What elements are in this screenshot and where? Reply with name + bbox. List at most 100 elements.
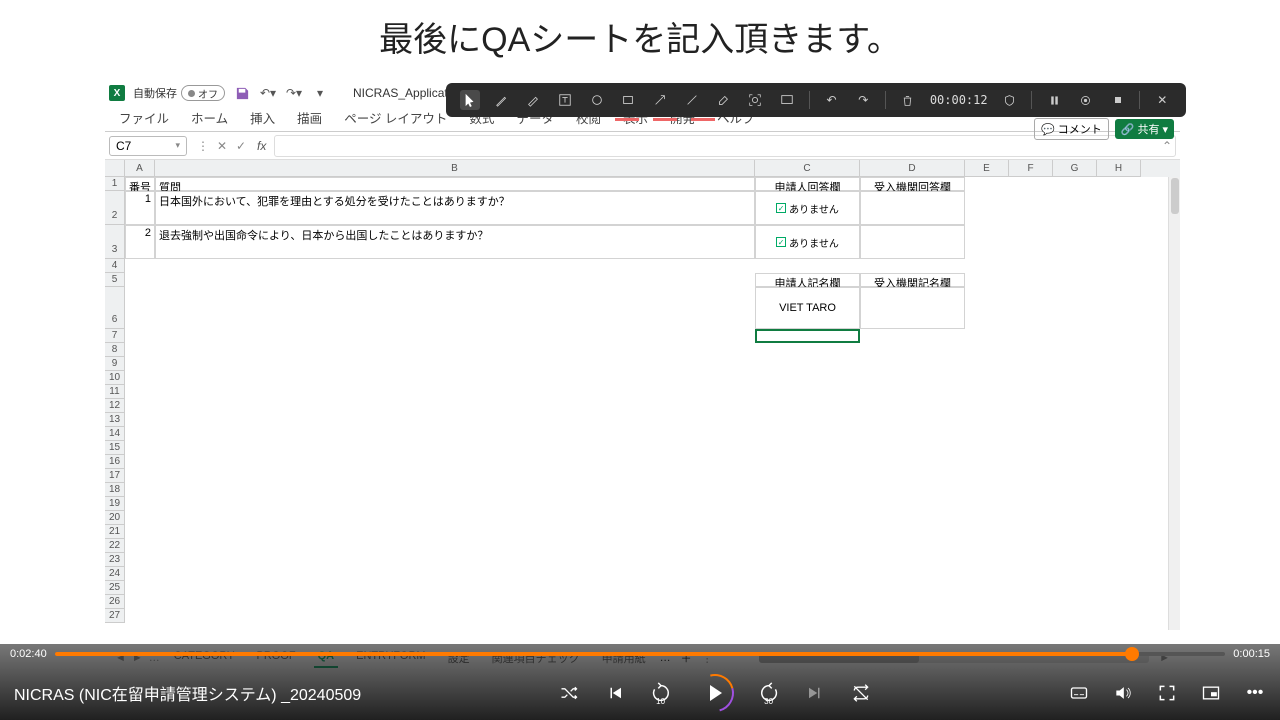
highlighter-tool-icon[interactable] (523, 90, 543, 110)
row-header[interactable]: 26 (105, 595, 125, 609)
skip-back-icon[interactable]: 10 (650, 682, 672, 704)
row-header[interactable]: 15 (105, 441, 125, 455)
spreadsheet-grid[interactable]: ABCDEFGH 1234567891011121314151617181920… (105, 160, 1180, 630)
rec-delete-icon[interactable] (898, 90, 918, 110)
select-all-corner[interactable] (105, 160, 125, 177)
col-header[interactable]: F (1009, 160, 1053, 177)
whiteboard-tool-icon[interactable] (777, 90, 797, 110)
undo-icon[interactable]: ↶▾ (259, 84, 277, 102)
mini-player-icon[interactable] (1200, 682, 1222, 704)
cell-C7[interactable] (755, 329, 860, 343)
rec-record-icon[interactable] (1076, 90, 1096, 110)
subtitles-icon[interactable] (1068, 682, 1090, 704)
eraser-tool-icon[interactable] (714, 90, 734, 110)
fx-icon[interactable]: fx (253, 139, 270, 153)
name-box[interactable]: C7▾ (109, 136, 187, 156)
fullscreen-icon[interactable] (1156, 682, 1178, 704)
row-header[interactable]: 4 (105, 259, 125, 273)
row-header[interactable]: 23 (105, 553, 125, 567)
rec-redo-icon[interactable]: ↷ (853, 90, 873, 110)
row-header[interactable]: 12 (105, 399, 125, 413)
enter-formula-icon[interactable]: ✓ (233, 139, 249, 153)
rec-shield-icon[interactable] (1000, 90, 1020, 110)
ribbon-tab[interactable]: ホーム (187, 104, 232, 131)
cell-C1[interactable]: 申請人回答欄 (755, 177, 860, 191)
row-header[interactable]: 17 (105, 469, 125, 483)
circle-tool-icon[interactable] (587, 90, 607, 110)
qat-more-icon[interactable]: ▾ (311, 84, 329, 102)
comments-button[interactable]: 💬コメント (1034, 118, 1109, 140)
row-header[interactable]: 19 (105, 497, 125, 511)
row-header[interactable]: 16 (105, 455, 125, 469)
cell-B3[interactable]: 退去強制や出国命令により、日本から出国したことはありますか？ (155, 225, 755, 259)
row-header[interactable]: 2 (105, 191, 125, 225)
cell-D2[interactable] (860, 191, 965, 225)
rect-tool-icon[interactable] (619, 90, 639, 110)
cell-C3[interactable]: ✓ありません (755, 225, 860, 259)
repeat-icon[interactable] (850, 682, 872, 704)
row-header[interactable]: 6 (105, 287, 125, 329)
shuffle-icon[interactable] (558, 682, 580, 704)
rec-close-icon[interactable]: ✕ (1152, 90, 1172, 110)
row-header[interactable]: 21 (105, 525, 125, 539)
ribbon-tab[interactable]: 描画 (293, 104, 326, 131)
row-header[interactable]: 14 (105, 427, 125, 441)
row-header[interactable]: 10 (105, 371, 125, 385)
rec-pause-icon[interactable] (1044, 90, 1064, 110)
arrow-tool-icon[interactable] (650, 90, 670, 110)
skip-forward-icon[interactable]: 30 (758, 682, 780, 704)
row-header[interactable]: 11 (105, 385, 125, 399)
row-header[interactable]: 9 (105, 357, 125, 371)
cell-C2[interactable]: ✓ありません (755, 191, 860, 225)
row-header[interactable]: 1 (105, 177, 125, 191)
row-header[interactable]: 7 (105, 329, 125, 343)
text-tool-icon[interactable] (555, 90, 575, 110)
volume-icon[interactable] (1112, 682, 1134, 704)
row-header[interactable]: 20 (105, 511, 125, 525)
row-header[interactable]: 18 (105, 483, 125, 497)
rec-undo-icon[interactable]: ↶ (822, 90, 842, 110)
col-header[interactable]: C (755, 160, 860, 177)
focus-tool-icon[interactable] (745, 90, 765, 110)
cell-B2[interactable]: 日本国外において、犯罪を理由とする処分を受けたことはありますか？ (155, 191, 755, 225)
prev-track-icon[interactable] (604, 682, 626, 704)
seek-bar[interactable] (55, 652, 1226, 656)
cell-A1[interactable]: 番号 (125, 177, 155, 191)
redo-icon[interactable]: ↷▾ (285, 84, 303, 102)
cell-B1[interactable]: 質問 (155, 177, 755, 191)
fb-more-icon[interactable]: ⋮ (195, 139, 211, 153)
col-header[interactable]: E (965, 160, 1009, 177)
cell-A2[interactable]: 1 (125, 191, 155, 225)
row-header[interactable]: 3 (105, 225, 125, 259)
cell-D3[interactable] (860, 225, 965, 259)
row-header[interactable]: 22 (105, 539, 125, 553)
row-header[interactable]: 24 (105, 567, 125, 581)
play-button[interactable] (696, 674, 734, 712)
cell-D1[interactable]: 受入機関回答欄 (860, 177, 965, 191)
rec-stop-icon[interactable] (1108, 90, 1128, 110)
row-header[interactable]: 13 (105, 413, 125, 427)
line-tool-icon[interactable] (682, 90, 702, 110)
cell-D6[interactable] (860, 287, 965, 329)
row-header[interactable]: 27 (105, 609, 125, 623)
col-header[interactable]: H (1097, 160, 1141, 177)
cancel-formula-icon[interactable]: ✕ (214, 139, 230, 153)
vertical-scrollbar[interactable] (1168, 177, 1180, 630)
ribbon-tab[interactable]: 挿入 (246, 104, 279, 131)
share-button[interactable]: 🔗共有▾ (1115, 119, 1174, 139)
row-header[interactable]: 8 (105, 343, 125, 357)
col-header[interactable]: A (125, 160, 155, 177)
formula-collapse-icon[interactable]: ⌃ (1162, 139, 1172, 153)
col-header[interactable]: G (1053, 160, 1097, 177)
cell-A3[interactable]: 2 (125, 225, 155, 259)
ribbon-tab[interactable]: ファイル (115, 104, 173, 131)
cell-C6[interactable]: VIET TARO (755, 287, 860, 329)
autosave-toggle[interactable]: 自動保存 オフ (133, 85, 225, 101)
pen-tool-icon[interactable] (492, 90, 512, 110)
pointer-tool-icon[interactable] (460, 90, 480, 110)
col-header[interactable]: B (155, 160, 755, 177)
cell-D5[interactable]: 受入機関記名欄 (860, 273, 965, 287)
col-header[interactable]: D (860, 160, 965, 177)
row-header[interactable]: 25 (105, 581, 125, 595)
ribbon-tab[interactable]: ページ レイアウト (340, 104, 451, 131)
